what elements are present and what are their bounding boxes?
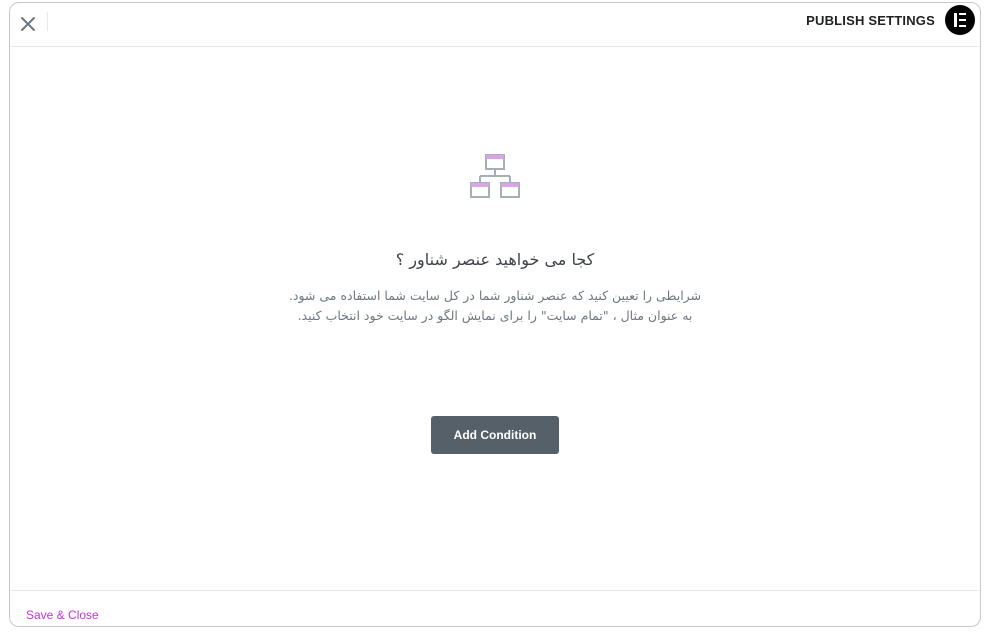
sitemap-icon bbox=[470, 154, 520, 198]
modal-title: PUBLISH SETTINGS bbox=[806, 13, 935, 28]
empty-state: کجا می خواهید عنصر شناور ؟ شرایطی را تعی… bbox=[10, 48, 980, 591]
save-close-button[interactable]: Save & Close bbox=[26, 608, 99, 622]
description-line-1: شرایطی را تعیین کنید که عنصر شناور شما د… bbox=[288, 288, 702, 303]
add-condition-button[interactable]: Add Condition bbox=[431, 416, 559, 454]
modal-footer: Save & Close bbox=[10, 590, 980, 626]
close-icon bbox=[21, 17, 35, 31]
empty-state-description: شرایطی را تعیین کنید که عنصر شناور شما د… bbox=[10, 286, 980, 326]
close-button[interactable] bbox=[14, 10, 42, 38]
modal-header: PUBLISH SETTINGS bbox=[10, 3, 980, 47]
description-line-2: به عنوان مثال ، "تمام سایت" را برای نمای… bbox=[297, 308, 693, 323]
empty-state-heading: کجا می خواهید عنصر شناور ؟ bbox=[395, 250, 595, 269]
header-divider bbox=[47, 12, 48, 31]
publish-settings-modal: PUBLISH SETTINGS کجا می خواهید عنصر شناو… bbox=[9, 2, 981, 627]
elementor-logo-icon bbox=[945, 5, 975, 35]
